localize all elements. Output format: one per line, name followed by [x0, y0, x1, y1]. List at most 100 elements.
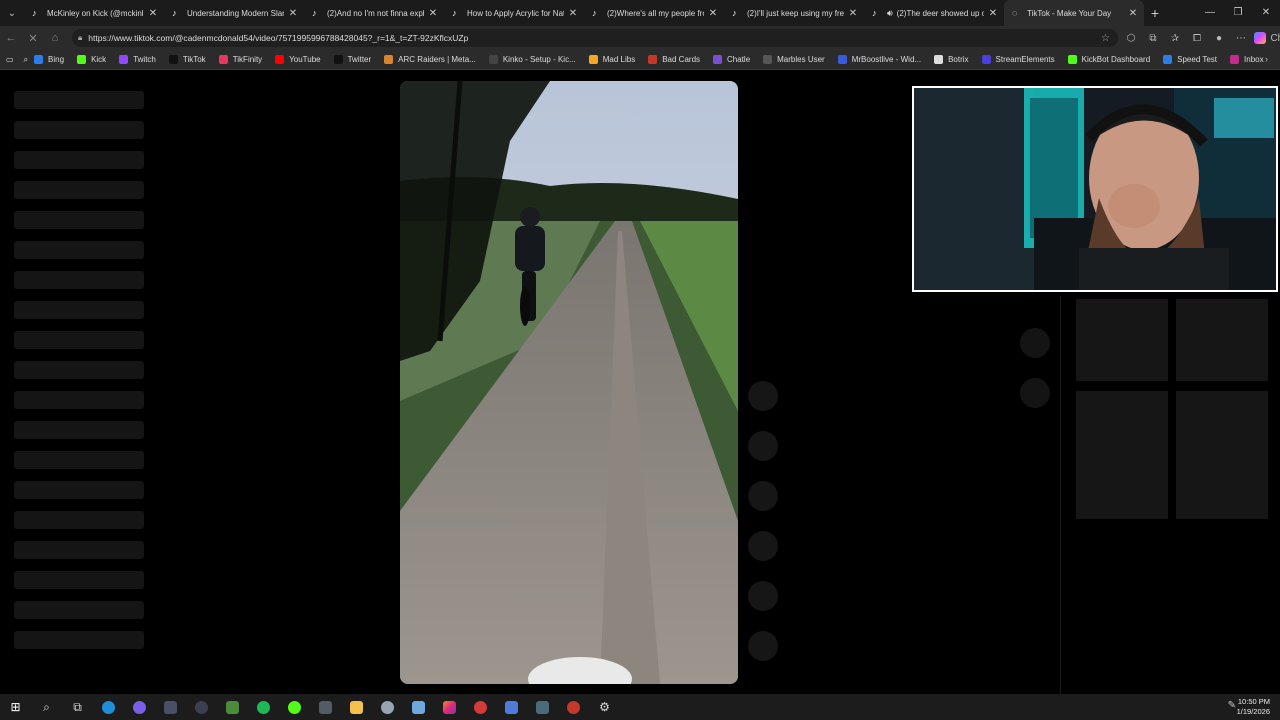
collections-icon[interactable]: ⧠: [1186, 33, 1208, 44]
bookmark-twitch[interactable]: Twitch: [119, 55, 156, 64]
bookmark-mad-libs[interactable]: Mad Libs: [588, 55, 635, 64]
tikfinity-icon: [218, 55, 228, 64]
app-icon[interactable]: [465, 694, 496, 720]
instagram-icon[interactable]: [434, 694, 465, 720]
edge-browser-icon[interactable]: [93, 694, 124, 720]
bookmark-speedtest[interactable]: Speed Test: [1163, 55, 1217, 64]
bookmark-arc-raiders[interactable]: ARC Raiders | Meta...: [384, 55, 476, 64]
windows-start-icon[interactable]: ⊞: [0, 694, 31, 720]
bookmark-globe[interactable]: Marbles User: [763, 55, 825, 64]
chevron-right-icon[interactable]: ›: [1265, 54, 1268, 64]
new-tab-button[interactable]: +: [1144, 5, 1166, 21]
task-view-icon[interactable]: ⧉: [62, 694, 93, 720]
close-window-icon[interactable]: ✕: [1252, 0, 1280, 26]
bookmark-kinko[interactable]: Kinko - Setup - Kic...: [488, 55, 576, 64]
bookmark-tikfinity[interactable]: TikFinity: [218, 55, 262, 64]
search-icon[interactable]: ⌕: [31, 694, 62, 720]
favorite-star-icon[interactable]: ☆: [1101, 33, 1110, 44]
app-icon[interactable]: [558, 694, 589, 720]
obs-icon[interactable]: [186, 694, 217, 720]
home-icon[interactable]: ⌂: [44, 32, 66, 44]
bookmark-label: Bing: [48, 55, 65, 64]
related-thumb-placeholder[interactable]: [1176, 391, 1268, 519]
tab-actions-menu-icon[interactable]: ⌄: [0, 0, 24, 26]
bookmark-inbox[interactable]: Inbox: [1230, 55, 1264, 64]
chrome-icon[interactable]: [124, 694, 155, 720]
browser-tab[interactable]: ♪ 🔊︎ (2)The deer showed up out ✕: [864, 0, 1004, 26]
bookmark-bad-cards[interactable]: Bad Cards: [648, 55, 700, 64]
app-icon[interactable]: [372, 694, 403, 720]
bookmark-x[interactable]: Twitter: [333, 55, 371, 64]
nav-arrow-placeholders: [1020, 328, 1050, 428]
stop-loading-button[interactable]: ✕: [22, 32, 44, 45]
next-video-placeholder[interactable]: [1020, 378, 1050, 408]
share-button-placeholder[interactable]: [748, 531, 778, 561]
close-tab-icon[interactable]: ✕: [568, 8, 578, 19]
close-tab-icon[interactable]: ✕: [428, 8, 438, 19]
bad-cards-icon: [648, 55, 658, 64]
bookmark-botrix[interactable]: Botrix: [934, 55, 969, 64]
restore-icon[interactable]: ❐: [1224, 0, 1252, 26]
close-tab-icon[interactable]: ✕: [1128, 8, 1138, 19]
address-bar[interactable]: 🔒︎ https://www.tiktok.com/@cadenmcdonald…: [72, 29, 1118, 47]
url-text[interactable]: https://www.tiktok.com/@cadenmcdonald54/…: [88, 33, 468, 43]
close-tab-icon[interactable]: ✕: [988, 8, 998, 19]
bookmark-streamelements[interactable]: StreamElements: [981, 55, 1055, 64]
minecraft-icon[interactable]: [217, 694, 248, 720]
close-tab-icon[interactable]: ✕: [288, 8, 298, 19]
app-icon[interactable]: [527, 694, 558, 720]
more-menu-icon[interactable]: ⋯: [1230, 33, 1252, 44]
sound-button-placeholder[interactable]: [748, 631, 778, 661]
browser-tab[interactable]: ♪ How to Apply Acrylic for Natural ✕: [444, 0, 584, 26]
spotify-icon[interactable]: [248, 694, 279, 720]
close-tab-icon[interactable]: ✕: [848, 8, 858, 19]
browser-tab[interactable]: ♪ (2)Where's all my people from ✕: [584, 0, 724, 26]
browser-tab[interactable]: ♪ (2)And no I'm not finna explain ✕: [304, 0, 444, 26]
related-thumb-placeholder[interactable]: [1076, 299, 1168, 381]
copilot-chat-button[interactable]: Chat: [1254, 32, 1280, 44]
bookmark-kick[interactable]: Kick: [77, 55, 106, 64]
steam-icon[interactable]: [310, 694, 341, 720]
more-button-placeholder[interactable]: [748, 581, 778, 611]
browser-tab[interactable]: ♪ (2)I'll just keep using my freewill ✕: [724, 0, 864, 26]
sidebar-toggle-icon[interactable]: ▭: [6, 55, 14, 64]
comment-button-placeholder[interactable]: [748, 431, 778, 461]
bookmark-bing[interactable]: Bing: [34, 55, 64, 64]
back-button[interactable]: ←: [0, 32, 22, 44]
skeleton-bar: [14, 271, 144, 289]
profile-avatar[interactable]: ●: [1208, 33, 1230, 44]
browser-tab[interactable]: ♪ McKinley on Kick (@mckinley.tv) ✕: [24, 0, 164, 26]
related-thumb-placeholder[interactable]: [1176, 299, 1268, 381]
browser-tab[interactable]: ◌ TikTok - Make Your Day ✕: [1004, 0, 1144, 26]
minimize-icon[interactable]: —: [1196, 0, 1224, 26]
search-icon[interactable]: ⌕: [24, 55, 28, 65]
favorites-icon[interactable]: ✰: [1164, 33, 1186, 44]
app-icon[interactable]: [155, 694, 186, 720]
related-thumb-placeholder[interactable]: [1076, 391, 1168, 519]
kick-icon[interactable]: [279, 694, 310, 720]
speaker-icon[interactable]: 🔊︎: [887, 8, 893, 19]
settings-gear-icon[interactable]: ⚙: [589, 694, 620, 720]
bookmark-kickbot[interactable]: KickBot Dashboard: [1067, 55, 1150, 64]
like-button-placeholder[interactable]: [748, 381, 778, 411]
system-clock[interactable]: 10:50 PM 1/19/2026: [1237, 697, 1270, 717]
bookmark-label: YouTube: [289, 55, 321, 64]
previous-video-placeholder[interactable]: [1020, 328, 1050, 358]
bookmark-tiktok[interactable]: TikTok: [168, 55, 206, 64]
extensions-icon[interactable]: ⬡: [1120, 33, 1142, 44]
close-tab-icon[interactable]: ✕: [148, 8, 158, 19]
bookmark-youtube[interactable]: YouTube: [275, 55, 321, 64]
close-tab-icon[interactable]: ✕: [708, 8, 718, 19]
save-button-placeholder[interactable]: [748, 481, 778, 511]
lock-icon[interactable]: 🔒︎: [78, 33, 82, 43]
app-icon[interactable]: [403, 694, 434, 720]
split-screen-icon[interactable]: ⧉: [1142, 33, 1164, 44]
app-icon[interactable]: [496, 694, 527, 720]
bookmark-mrboost[interactable]: MrBoostlive - Wid...: [837, 55, 921, 64]
file-explorer-icon[interactable]: [341, 694, 372, 720]
browser-tab[interactable]: ♪ Understanding Modern Slang in ✕: [164, 0, 304, 26]
video-player[interactable]: [400, 81, 738, 684]
bookmark-chatle[interactable]: Chatle: [713, 55, 750, 64]
tiktok-icon: ♪: [312, 8, 317, 18]
pen-icon[interactable]: ✎: [1228, 700, 1236, 711]
